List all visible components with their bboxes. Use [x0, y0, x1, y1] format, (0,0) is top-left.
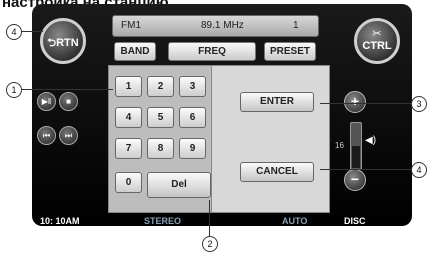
key-3[interactable]: 3: [179, 76, 206, 97]
key-8[interactable]: 8: [147, 138, 174, 159]
key-2[interactable]: 2: [147, 76, 174, 97]
previous-track-icon[interactable]: ⏮: [37, 126, 56, 145]
callout-line: [320, 103, 411, 104]
status-time: 10: 10AM: [40, 216, 80, 226]
key-6[interactable]: 6: [179, 107, 206, 128]
display-preset: 1: [293, 20, 299, 31]
volume-down-button[interactable]: −: [344, 169, 366, 191]
play-pause-icon[interactable]: ▶‖: [37, 92, 56, 111]
stop-icon[interactable]: ■: [59, 92, 78, 111]
delete-button[interactable]: Del: [147, 172, 211, 198]
radio-device-panel: FM1 89.1 MHz 1 BAND FREQ PRESET ⮌RTN ✂ C…: [32, 4, 412, 226]
key-7[interactable]: 7: [115, 138, 142, 159]
volume-value: 16: [335, 141, 344, 150]
callout-line: [320, 169, 411, 170]
callout-2: 2: [202, 236, 218, 252]
preset-button[interactable]: PRESET: [264, 42, 316, 61]
key-9[interactable]: 9: [179, 138, 206, 159]
volume-slider[interactable]: [350, 122, 362, 170]
callout-4-top: 4: [6, 24, 22, 40]
key-4[interactable]: 4: [115, 107, 142, 128]
freq-button[interactable]: FREQ: [168, 42, 256, 61]
callout-3: 3: [411, 96, 427, 112]
volume-up-button[interactable]: +: [344, 91, 366, 113]
return-button[interactable]: ⮌RTN: [40, 18, 86, 64]
cancel-button[interactable]: CANCEL: [240, 162, 314, 182]
numeric-entry-panel: 1 2 3 4 5 6 7 8 9 0 Del ENTER CANCEL: [108, 65, 330, 213]
status-source: DISC: [344, 216, 366, 226]
callout-line: [209, 200, 210, 236]
return-button-label: RTN: [56, 37, 79, 49]
next-track-icon[interactable]: ⏭: [59, 126, 78, 145]
callout-4-bottom: 4: [411, 162, 427, 178]
callout-line: [21, 89, 113, 90]
ctrl-button[interactable]: ✂ CTRL: [354, 18, 400, 64]
callout-1: 1: [6, 82, 22, 98]
status-bar: 10: 10AM STEREO AUTO DISC: [40, 216, 410, 228]
band-button[interactable]: BAND: [114, 42, 156, 61]
enter-button[interactable]: ENTER: [240, 92, 314, 112]
return-arrow-icon: ⮌: [47, 37, 57, 49]
radio-display: FM1 89.1 MHz 1: [112, 15, 319, 37]
minus-icon: −: [350, 171, 360, 187]
speaker-icon: ◀): [365, 135, 377, 146]
plus-icon: +: [350, 93, 360, 109]
key-5[interactable]: 5: [147, 107, 174, 128]
wrench-icon: ✂: [372, 28, 382, 40]
display-frequency: 89.1 MHz: [201, 20, 244, 31]
key-0[interactable]: 0: [115, 172, 142, 193]
key-1[interactable]: 1: [115, 76, 142, 97]
display-band: FM1: [121, 20, 141, 31]
ctrl-button-label: CTRL: [362, 40, 392, 52]
status-auto: AUTO: [282, 216, 308, 226]
volume-slider-fill: [352, 146, 360, 168]
callout-line: [21, 31, 43, 32]
status-stereo: STEREO: [144, 216, 182, 226]
